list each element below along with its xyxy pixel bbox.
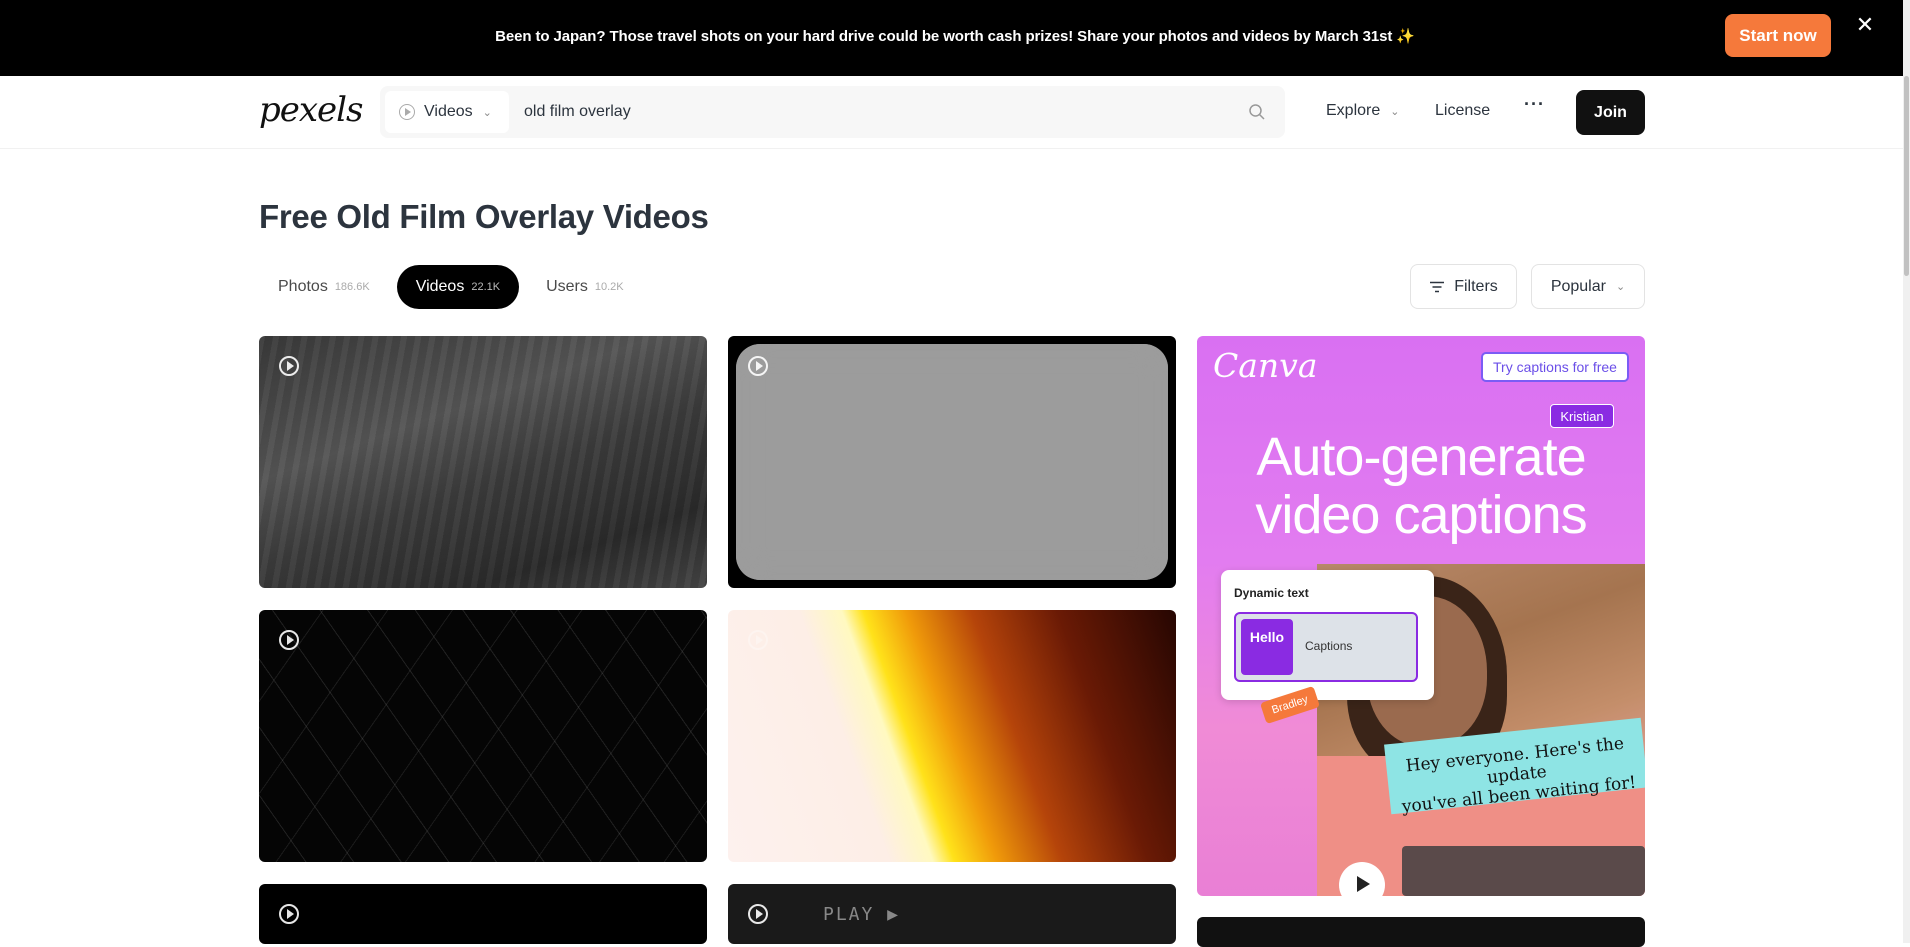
ad-headline-line: Auto-generate	[1256, 427, 1586, 487]
card-title: Dynamic text	[1234, 586, 1309, 600]
play-circle-icon	[279, 630, 299, 650]
filter-icon	[1430, 281, 1445, 292]
start-now-button[interactable]: Start now	[1725, 14, 1831, 57]
filters-label: Filters	[1454, 277, 1498, 295]
tab-count: 10.2K	[594, 281, 624, 293]
play-circle-icon	[279, 904, 299, 924]
tab-photos[interactable]: Photos 186.6K	[259, 265, 389, 309]
scrollbar-thumb[interactable]	[1904, 76, 1909, 276]
play-circle-icon	[279, 356, 299, 376]
filters-button[interactable]: Filters	[1410, 264, 1517, 309]
video-thumbnail[interactable]	[728, 610, 1176, 862]
caption-box: Hello Captions	[1234, 612, 1418, 682]
video-thumbnail[interactable]: PLAY ▶	[728, 884, 1176, 944]
chevron-down-icon: ⌄	[1615, 281, 1626, 293]
tab-videos[interactable]: Videos 22.1K	[396, 265, 520, 309]
tab-label: Photos	[278, 278, 328, 295]
chevron-down-icon: ⌄	[482, 106, 492, 119]
page-title: Free Old Film Overlay Videos	[259, 198, 709, 235]
canva-ad[interactable]: Canva Try captions for free Kristian Aut…	[1197, 336, 1645, 896]
search-icon[interactable]	[1248, 103, 1266, 121]
name-tag: Kristian	[1550, 404, 1614, 428]
video-thumbnail[interactable]	[259, 884, 707, 944]
play-circle-icon	[748, 630, 768, 650]
search-type-label: Videos	[424, 103, 473, 120]
search-input[interactable]	[524, 86, 1224, 138]
chevron-down-icon: ⌄	[1390, 105, 1400, 118]
explore-label: Explore	[1326, 102, 1381, 119]
join-button[interactable]: Join	[1576, 90, 1645, 135]
dynamic-text-card: Dynamic text Hello Captions	[1221, 570, 1434, 700]
license-link[interactable]: License	[1435, 102, 1490, 120]
tab-users[interactable]: Users 10.2K	[527, 265, 643, 309]
top-nav: pexels Videos ⌄ Explore ⌄ License ··· Jo…	[0, 76, 1903, 149]
captions-label: Captions	[1305, 639, 1353, 653]
pexels-logo[interactable]: pexels	[259, 90, 364, 130]
video-thumbnail[interactable]	[259, 610, 707, 862]
tab-label: Users	[546, 278, 588, 295]
ad-headline-line: video captions	[1255, 485, 1587, 545]
play-circle-icon	[399, 104, 415, 120]
sort-label: Popular	[1550, 277, 1606, 295]
tab-label: Videos	[415, 278, 465, 295]
film-frame	[736, 344, 1168, 580]
play-circle-icon	[748, 356, 768, 376]
promo-banner: Been to Japan? Those travel shots on you…	[0, 0, 1910, 76]
promo-banner-text: Been to Japan? Those travel shots on you…	[495, 28, 1415, 45]
video-thumbnail[interactable]	[728, 336, 1176, 588]
search-bar: Videos ⌄	[380, 86, 1285, 138]
tab-count: 22.1K	[471, 281, 501, 293]
close-icon[interactable]: ✕	[1852, 12, 1878, 38]
video-overlay-text: PLAY ▶	[823, 904, 901, 925]
film-strip	[1402, 846, 1645, 896]
more-icon[interactable]: ···	[1524, 94, 1545, 115]
try-captions-button[interactable]: Try captions for free	[1481, 352, 1629, 382]
canva-logo: Canva	[1213, 346, 1318, 385]
search-type-dropdown[interactable]: Videos ⌄	[385, 91, 509, 133]
media-tabs: Photos 186.6K Videos 22.1K Users 10.2K	[259, 265, 651, 309]
ad-headline: Auto-generate video captions	[1197, 428, 1645, 544]
explore-menu[interactable]: Explore ⌄	[1326, 102, 1399, 120]
sort-dropdown[interactable]: Popular ⌄	[1531, 264, 1645, 309]
video-thumbnail[interactable]	[259, 336, 707, 588]
play-circle-icon	[748, 904, 768, 924]
hello-sticker: Hello	[1241, 619, 1293, 675]
tab-count: 186.6K	[334, 281, 370, 293]
